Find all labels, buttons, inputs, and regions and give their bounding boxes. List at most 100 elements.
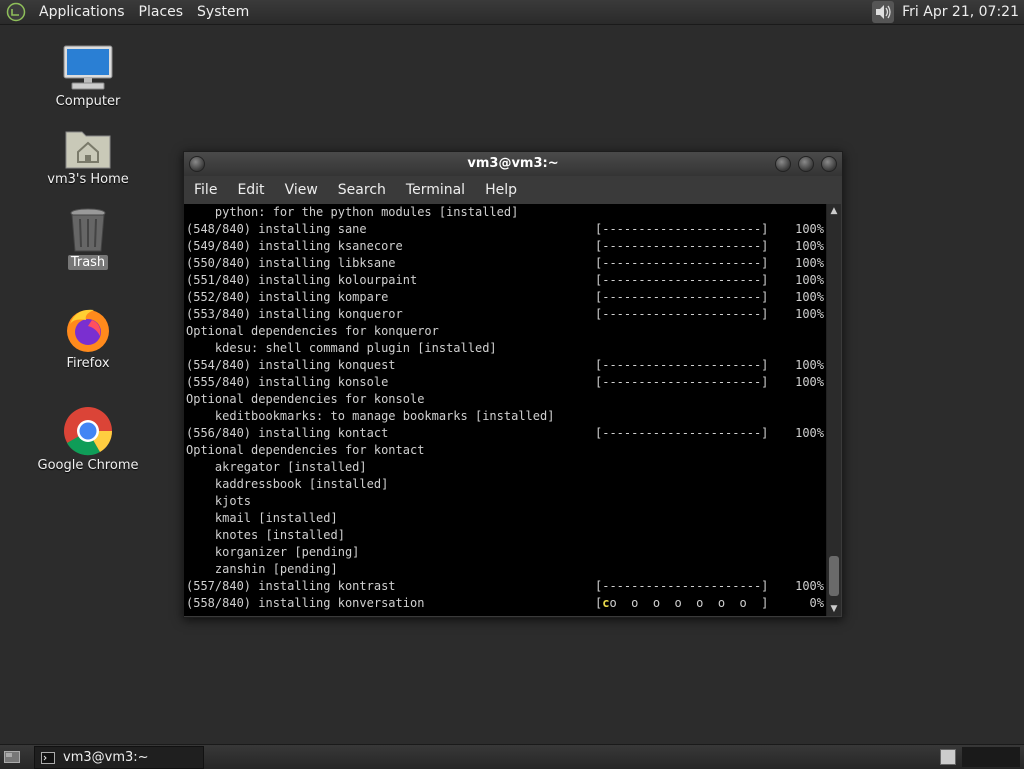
terminal-line-text: knotes [installed] (186, 528, 345, 542)
progress-bar: [----------------------] (595, 239, 769, 253)
desktop-icon-chrome[interactable]: Google Chrome (33, 406, 143, 473)
progress-percent: 0% (809, 596, 824, 610)
show-desktop-icon[interactable] (4, 749, 20, 765)
minimize-button[interactable] (775, 156, 791, 172)
terminal-line-text: (553/840) installing konqueror (186, 307, 403, 321)
close-button[interactable] (821, 156, 837, 172)
desktop-icon-firefox[interactable]: Firefox (33, 306, 143, 371)
progress-percent: 100% (795, 239, 824, 253)
terminal-line-text: Optional dependencies for konqueror (186, 324, 439, 338)
computer-icon (63, 45, 113, 90)
terminal-output[interactable]: python: for the python modules [installe… (184, 204, 826, 616)
clock[interactable]: Fri Apr 21, 07:21 (902, 4, 1019, 20)
menu-view[interactable]: View (275, 182, 328, 198)
terminal-line: kaddressbook [installed] (184, 476, 826, 493)
terminal-line-text: (551/840) installing kolourpaint (186, 273, 418, 287)
menu-edit[interactable]: Edit (227, 182, 274, 198)
terminal-scrollbar[interactable]: ▲ ▼ (826, 204, 841, 616)
progress-bar: [----------------------] (595, 307, 769, 321)
desktop-label: Trash (67, 255, 109, 270)
maximize-button[interactable] (798, 156, 814, 172)
taskbar-terminal-label: vm3@vm3:~ (63, 750, 149, 765)
terminal-line: (556/840) installing kontact [-----------… (184, 425, 826, 442)
terminal-line-text: Optional dependencies for konsole (186, 392, 425, 406)
progress-percent: 100% (795, 358, 824, 372)
progress-bar: [----------------------] (595, 290, 769, 304)
places-menu[interactable]: Places (132, 4, 191, 20)
scroll-up-icon[interactable]: ▲ (829, 206, 839, 216)
desktop-icon-computer[interactable]: Computer (33, 44, 143, 109)
system-menu[interactable]: System (190, 4, 256, 20)
terminal-line: (551/840) installing kolourpaint [-------… (184, 272, 826, 289)
menu-help[interactable]: Help (475, 182, 527, 198)
terminal-line-text: akregator [installed] (186, 460, 367, 474)
terminal-line: (548/840) installing sane [--------------… (184, 221, 826, 238)
terminal-line-text: (558/840) installing konversation (186, 596, 425, 610)
terminal-line: kdesu: shell command plugin [installed] (184, 340, 826, 357)
terminal-line: keditbookmarks: to manage bookmarks [ins… (184, 408, 826, 425)
taskbar-terminal-button[interactable]: vm3@vm3:~ (34, 746, 204, 769)
applications-menu[interactable]: Applications (32, 4, 132, 20)
terminal-line-text: Optional dependencies for kontact (186, 443, 425, 457)
terminal-line-text: korganizer [pending] (186, 545, 360, 559)
desktop-label: Google Chrome (37, 458, 139, 473)
workspace-switcher-2[interactable] (962, 747, 1020, 767)
progress-percent: 100% (795, 222, 824, 236)
workspace-switcher-1[interactable] (940, 749, 956, 765)
top-panel: Applications Places System Fri Apr 21, 0… (0, 0, 1024, 25)
progress-bar: [----------------------] (595, 426, 769, 440)
progress-percent: 100% (795, 426, 824, 440)
terminal-line-text: kjots (186, 494, 252, 508)
menu-file[interactable]: File (184, 182, 227, 198)
menu-search[interactable]: Search (328, 182, 396, 198)
desktop-label: vm3's Home (47, 172, 129, 187)
desktop-icon-trash[interactable]: Trash (33, 207, 143, 270)
progress-bar: [co o o o o o o ] (595, 595, 768, 612)
terminal-line: python: for the python modules [installe… (184, 204, 826, 221)
terminal-line: (549/840) installing ksanecore [---------… (184, 238, 826, 255)
terminal-line: knotes [installed] (184, 527, 826, 544)
terminal-line: zanshin [pending] (184, 561, 826, 578)
terminal-line: (557/840) installing kontrast [----------… (184, 578, 826, 595)
terminal-line-text: kdesu: shell command plugin [installed] (186, 341, 497, 355)
window-title: vm3@vm3:~ (467, 156, 559, 171)
terminal-line-text: (552/840) installing kompare (186, 290, 389, 304)
mint-logo-icon[interactable] (6, 2, 26, 22)
terminal-menubar: File Edit View Search Terminal Help (184, 176, 842, 204)
progress-bar: [----------------------] (595, 358, 769, 372)
scrollbar-thumb[interactable] (829, 556, 839, 596)
menu-terminal[interactable]: Terminal (396, 182, 475, 198)
terminal-line-text: keditbookmarks: to manage bookmarks [ins… (186, 409, 555, 423)
progress-percent: 100% (795, 579, 824, 593)
terminal-line-text: (550/840) installing libksane (186, 256, 396, 270)
scroll-down-icon[interactable]: ▼ (829, 604, 839, 614)
terminal-window: vm3@vm3:~ File Edit View Search Terminal… (183, 151, 843, 618)
terminal-line: kmail [installed] (184, 510, 826, 527)
trash-icon (70, 208, 106, 252)
window-menu-button[interactable] (189, 156, 205, 172)
terminal-line: Optional dependencies for konsole (184, 391, 826, 408)
terminal-line-text: (555/840) installing konsole (186, 375, 389, 389)
progress-percent: 100% (795, 290, 824, 304)
terminal-line-text: (557/840) installing kontrast (186, 579, 396, 593)
window-titlebar[interactable]: vm3@vm3:~ (184, 152, 842, 176)
progress-bar: [----------------------] (595, 256, 769, 270)
terminal-line: (552/840) installing kompare [-----------… (184, 289, 826, 306)
bottom-panel: vm3@vm3:~ (0, 744, 1024, 769)
progress-bar: [----------------------] (595, 375, 769, 389)
terminal-line: Optional dependencies for kontact (184, 442, 826, 459)
terminal-line: (558/840) installing konversation [co o o… (184, 595, 826, 612)
volume-icon[interactable] (872, 1, 895, 23)
terminal-line-text: zanshin [pending] (186, 562, 338, 576)
progress-bar: [----------------------] (595, 579, 769, 593)
terminal-icon (41, 751, 55, 764)
chrome-icon (64, 407, 113, 456)
progress-bar-rest: o o o o o o o ] (609, 596, 769, 610)
desktop-icon-home[interactable]: vm3's Home (33, 126, 143, 187)
terminal-line-text: (548/840) installing sane (186, 222, 367, 236)
progress-bar: [----------------------] (595, 222, 769, 236)
desktop-label: Computer (55, 94, 121, 109)
terminal-line: (550/840) installing libksane [----------… (184, 255, 826, 272)
progress-percent: 100% (795, 256, 824, 270)
terminal-line-text: (549/840) installing ksanecore (186, 239, 403, 253)
